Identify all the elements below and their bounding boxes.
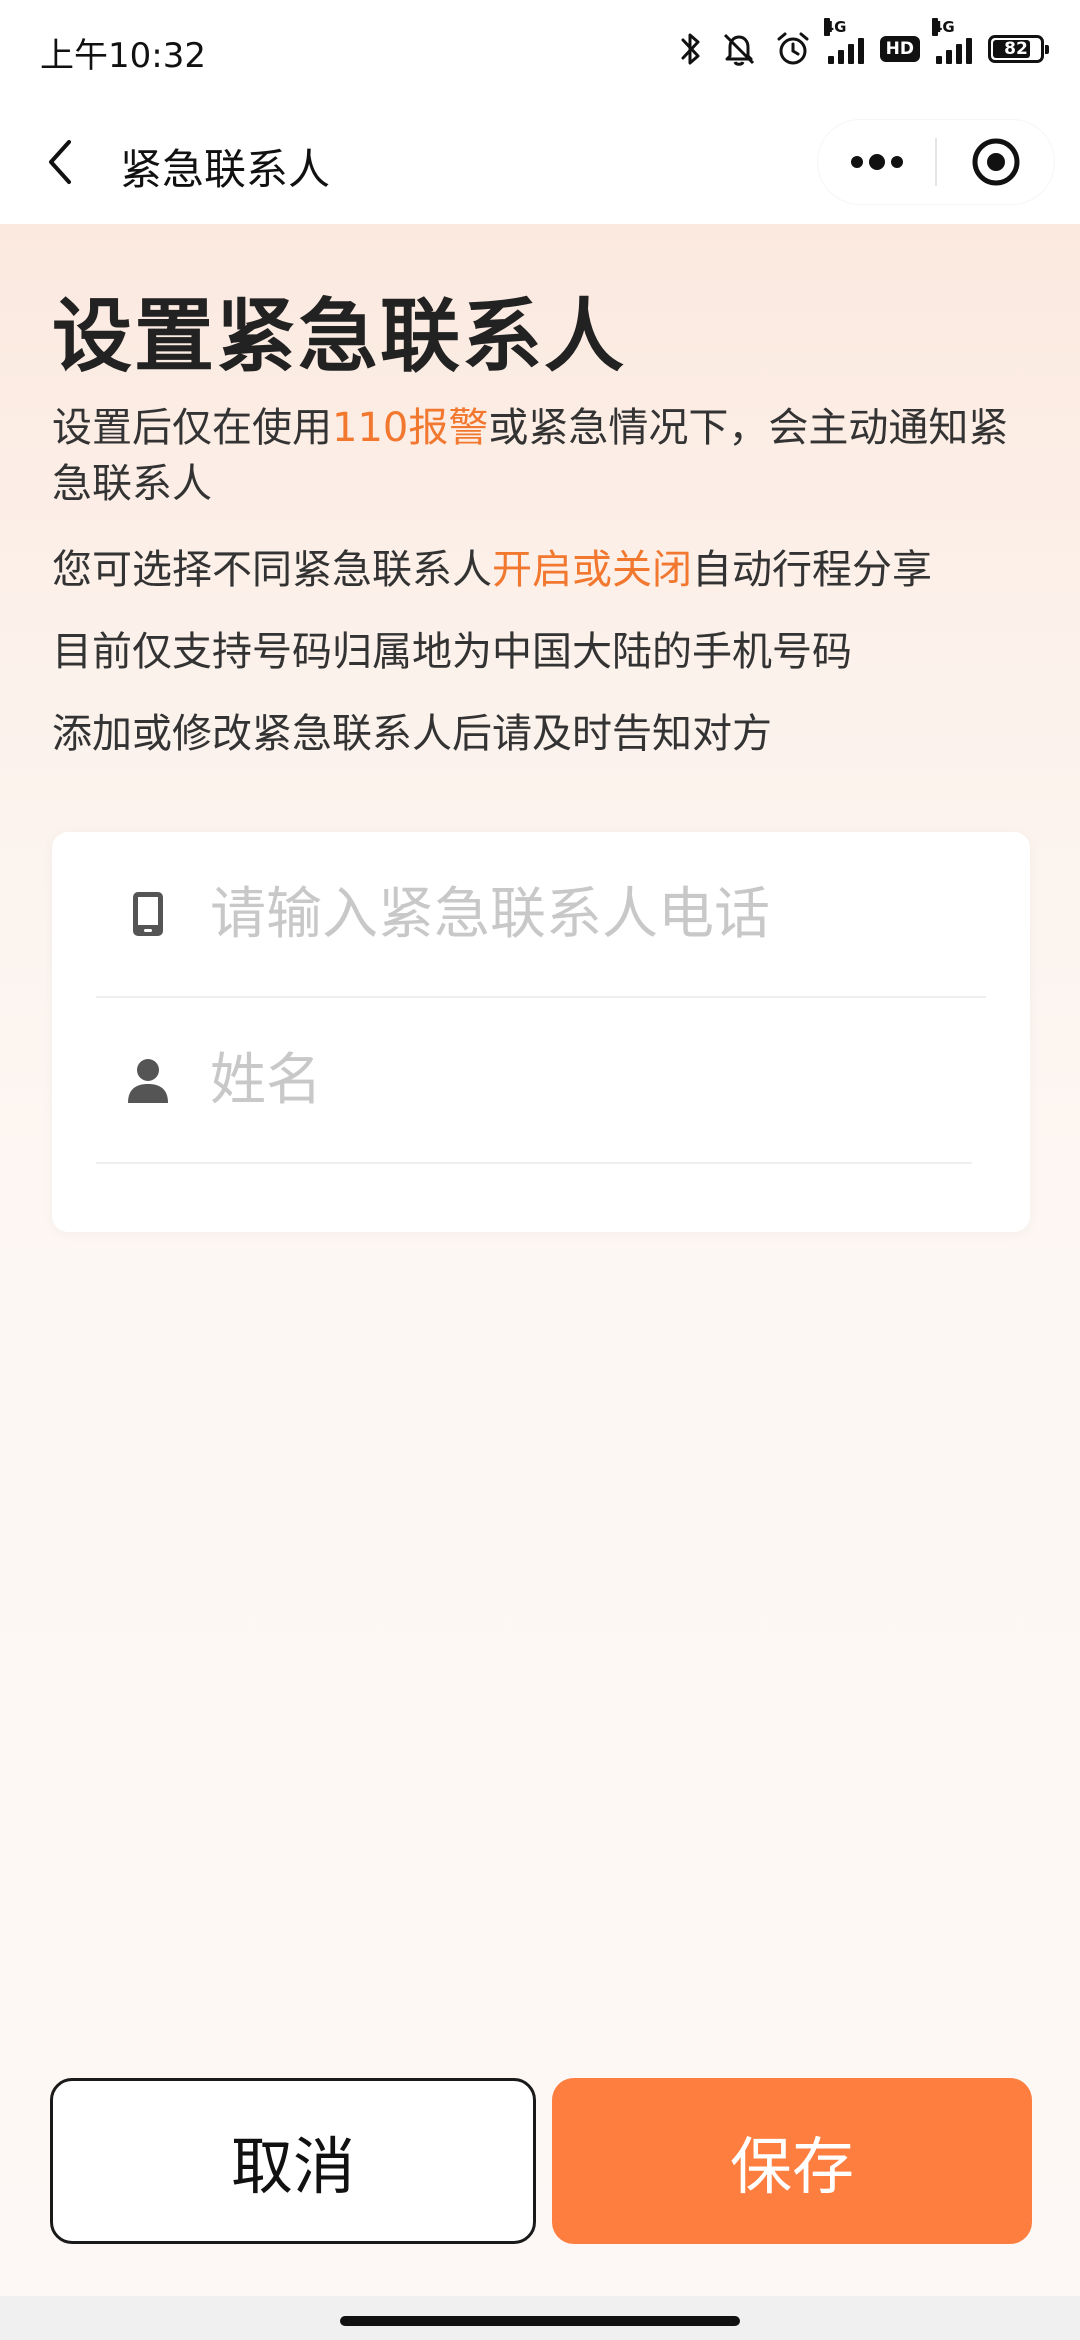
status-time: 上午10:32 xyxy=(40,36,206,76)
alarm-icon xyxy=(774,27,812,71)
mute-bell-icon xyxy=(720,27,758,71)
status-bar: 上午10:32 4G HD 4G 82 xyxy=(0,0,1080,100)
save-button[interactable]: 保存 xyxy=(552,2078,1032,2244)
hd-badge: HD xyxy=(879,27,920,71)
network-label-2: 4G xyxy=(932,18,955,36)
mini-program-capsule xyxy=(818,120,1054,204)
desc-text: 目前仅支持号码归属地为中国大陆的手机号码 xyxy=(52,629,852,675)
desc-line-1: 设置后仅在使用110报警或紧急情况下，会主动通知紧急联系人 xyxy=(52,400,1042,512)
nav-bar: 紧急联系人 xyxy=(0,100,1080,224)
home-indicator[interactable] xyxy=(340,2316,740,2326)
name-row xyxy=(96,998,972,1164)
battery-icon: 82 xyxy=(988,27,1049,71)
battery-level: 82 xyxy=(1004,39,1028,59)
cancel-button[interactable]: 取消 xyxy=(50,2078,536,2244)
person-icon xyxy=(96,1050,200,1110)
desc-text: 自动行程分享 xyxy=(692,547,932,593)
name-input[interactable] xyxy=(200,1030,972,1130)
desc-line-2: 您可选择不同紧急联系人开启或关闭自动行程分享 xyxy=(52,542,1042,598)
network-label: 4G xyxy=(823,18,847,36)
desc-text: 设置后仅在使用 xyxy=(52,405,332,451)
desc-line-3: 目前仅支持号码归属地为中国大陆的手机号码 xyxy=(52,624,1042,680)
bluetooth-icon xyxy=(678,27,704,71)
more-button[interactable] xyxy=(818,120,935,204)
signal-icon-2: 4G xyxy=(932,18,972,71)
close-button[interactable] xyxy=(937,120,1054,204)
page-title: 设置紧急联系人 xyxy=(52,290,626,383)
gesture-bar xyxy=(0,2296,1080,2340)
signal-icon: 4G xyxy=(823,18,864,71)
phone-row xyxy=(96,832,986,998)
desc-text: 添加或修改紧急联系人后请及时告知对方 xyxy=(52,711,772,757)
nav-title: 紧急联系人 xyxy=(120,145,331,194)
phone-input[interactable] xyxy=(200,864,986,964)
content-area: 设置紧急联系人 设置后仅在使用110报警或紧急情况下，会主动通知紧急联系人 您可… xyxy=(0,224,1080,2340)
desc-highlight-toggle: 开启或关闭 xyxy=(492,547,692,593)
back-button[interactable] xyxy=(30,130,90,194)
phone-icon xyxy=(96,884,200,944)
more-dots-icon xyxy=(850,154,903,170)
back-arrow-icon xyxy=(49,140,71,184)
desc-text: 您可选择不同紧急联系人 xyxy=(52,547,492,593)
desc-highlight-110: 110报警 xyxy=(332,405,489,451)
status-icons: 4G HD 4G 82 xyxy=(678,18,1049,74)
contact-form-card xyxy=(52,832,1030,1232)
close-target-icon xyxy=(972,138,1019,186)
desc-line-4: 添加或修改紧急联系人后请及时告知对方 xyxy=(52,706,1042,762)
